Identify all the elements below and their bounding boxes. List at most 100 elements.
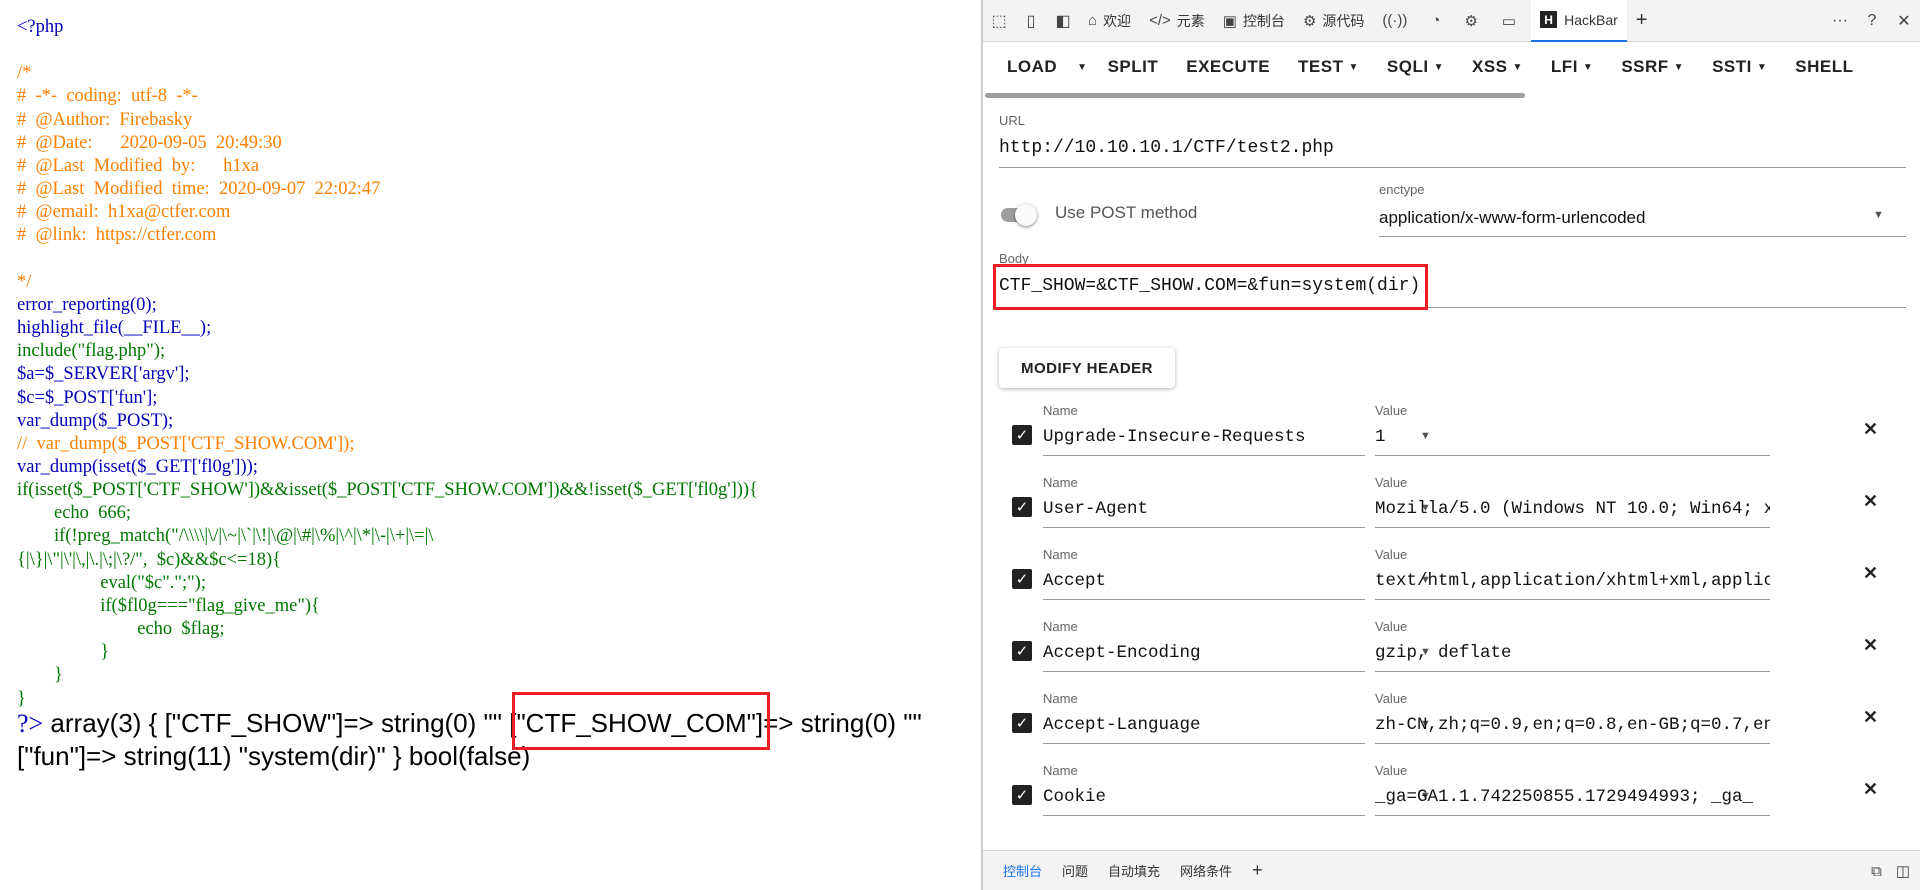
code-line: # @Author: Firebasky — [17, 109, 193, 130]
tab-hackbar[interactable]: H HackBar — [1531, 0, 1627, 42]
header-name-input[interactable]: Accept-Language — [1043, 715, 1343, 735]
load-dropdown-icon[interactable]: ▼ — [1071, 42, 1093, 92]
drawer-tab[interactable]: 网络条件 — [1170, 851, 1242, 890]
gear-icon: ⚙ — [1464, 12, 1478, 30]
remove-header-icon[interactable]: ✕ — [1863, 491, 1878, 512]
tab-network[interactable]: ((·)) — [1373, 0, 1422, 42]
add-drawer-tab-icon[interactable]: + — [1242, 851, 1273, 890]
remove-header-icon[interactable]: ✕ — [1863, 635, 1878, 656]
php-source: <?php /* # -*- coding: utf-8 -*- # @Author… — [17, 16, 758, 711]
caret-down-icon: ▼ — [1582, 61, 1594, 73]
header-enabled-checkbox[interactable]: ✓ — [1012, 641, 1032, 661]
modify-header-button[interactable]: MODIFY HEADER — [999, 348, 1175, 388]
close-icon[interactable]: ✕ — [1888, 0, 1920, 42]
enctype-select[interactable]: application/x-www-form-urlencoded — [1379, 208, 1645, 228]
home-icon: ⌂ — [1088, 12, 1098, 29]
header-value-label: Value — [1375, 403, 1408, 418]
header-enabled-checkbox[interactable]: ✓ — [1012, 569, 1032, 589]
menu-load-button[interactable]: LOAD — [993, 42, 1071, 92]
tab-elements[interactable]: </> 元素 — [1140, 0, 1214, 42]
tab-welcome[interactable]: ⌂ 欢迎 — [1079, 0, 1140, 42]
menu-scrollbar[interactable] — [983, 92, 1920, 99]
caret-down-icon: ▼ — [1348, 61, 1359, 73]
dock-icon[interactable]: ◧ — [1047, 0, 1079, 42]
header-value-input[interactable]: _ga=GA1.1.742250855.1729494993; _ga_ — [1375, 787, 1770, 807]
menu-label: SSTI — [1712, 57, 1752, 76]
header-name-underline — [1043, 815, 1365, 816]
header-name-label: Name — [1043, 763, 1078, 778]
post-method-toggle[interactable] — [1001, 204, 1043, 226]
remove-header-icon[interactable]: ✕ — [1863, 779, 1878, 800]
add-tab-icon[interactable]: + — [1627, 0, 1657, 42]
menu-sqli-button[interactable]: SQLI ▼ — [1373, 42, 1458, 92]
header-value-label: Value — [1375, 691, 1408, 706]
tab-label: 控制台 — [1242, 12, 1285, 29]
menu-label: XSS — [1471, 57, 1508, 76]
tab-sources[interactable]: ⚙ 源代码 — [1294, 0, 1373, 42]
drawer-tab[interactable]: 问题 — [1052, 851, 1098, 890]
window-icon: ▭ — [1501, 12, 1517, 30]
header-name-input[interactable]: Accept — [1043, 571, 1343, 591]
remove-header-icon[interactable]: ✕ — [1863, 707, 1878, 728]
header-enabled-checkbox[interactable]: ✓ — [1012, 785, 1032, 805]
header-value-input[interactable]: gzip, deflate — [1375, 643, 1770, 663]
code-line: # -*- coding: utf-8 -*- — [17, 86, 198, 107]
devtools-tabs: ⌂ 欢迎 </> 元素 ▣ 控制台 ⚙ 源代码 ((·)) ◔ ⚙ ▭ — [1079, 0, 1531, 42]
output-text-1: array(3) { ["CTF_SHOW"]=> string(0) "" — [43, 708, 510, 738]
code-line: var_dump($_POST); — [17, 410, 174, 431]
drawer-tab[interactable]: 自动填充 — [1098, 851, 1170, 890]
tab-performance[interactable]: ◔ — [1422, 0, 1455, 42]
header-enabled-checkbox[interactable]: ✓ — [1012, 713, 1032, 733]
hackbar-logo-icon: H — [1540, 11, 1558, 28]
menu-label: EXECUTE — [1186, 57, 1271, 76]
tab-settings[interactable]: ⚙ — [1455, 0, 1492, 42]
header-value-input[interactable]: text/html,application/xhtml+xml,applicat… — [1375, 571, 1770, 591]
menu-shell-button[interactable]: SHELL — [1781, 42, 1867, 92]
header-enabled-checkbox[interactable]: ✓ — [1012, 497, 1032, 517]
inspect-icon[interactable]: ⬚ — [983, 0, 1015, 42]
undock-icon[interactable]: ⧉ — [1871, 863, 1882, 880]
drawer-tabs: 控制台 问题 自动填充 网络条件 + ⧉ ◫ — [983, 850, 1920, 890]
collapse-drawer-icon[interactable]: ◫ — [1896, 862, 1910, 880]
drawer-tab[interactable]: 控制台 — [993, 851, 1052, 890]
menu-split-button[interactable]: SPLIT — [1094, 42, 1173, 92]
menu-label: LFI — [1550, 57, 1578, 76]
tab-console[interactable]: ▣ 控制台 — [1214, 0, 1294, 42]
header-value-input[interactable]: 1 — [1375, 427, 1770, 447]
enctype-label: enctype — [1379, 182, 1425, 197]
header-enabled-checkbox[interactable]: ✓ — [1012, 425, 1032, 445]
menu-execute-button[interactable]: EXECUTE — [1172, 42, 1284, 92]
url-field[interactable]: http://10.10.10.1/CTF/test2.php — [999, 138, 1899, 158]
remove-header-icon[interactable]: ✕ — [1863, 563, 1878, 584]
chevron-down-icon[interactable]: ▼ — [1873, 209, 1884, 221]
menu-lfi-button[interactable]: LFI ▼ — [1537, 42, 1607, 92]
header-name-input[interactable]: User-Agent — [1043, 499, 1343, 519]
console-icon: ▣ — [1222, 12, 1237, 30]
menu-ssti-button[interactable]: SSTI ▼ — [1698, 42, 1781, 92]
tab-application[interactable]: ▭ — [1493, 0, 1531, 42]
header-value-input[interactable]: Mozilla/5.0 (Windows NT 10.0; Win64; x64… — [1375, 499, 1770, 519]
caret-down-icon: ▼ — [1673, 61, 1685, 73]
devtools-toolbar: ⬚ ▯ ◧ ⌂ 欢迎 </> 元素 ▣ 控制台 ⚙ 源代码 ((·)) ◔ ⚙ ▭ H HackBar … — [983, 0, 1920, 42]
code-line: */ — [17, 271, 32, 292]
header-value-input[interactable]: zh-CN,zh;q=0.9,en;q=0.8,en-GB;q=0.7,en-U… — [1375, 715, 1770, 735]
header-name-input[interactable]: Upgrade-Insecure-Requests — [1043, 427, 1343, 447]
help-icon[interactable]: ? — [1856, 0, 1888, 42]
menu-ssrf-button[interactable]: SSRF ▼ — [1607, 42, 1698, 92]
more-icon[interactable]: ··· — [1824, 0, 1856, 42]
menu-test-button[interactable]: TEST ▼ — [1284, 42, 1373, 92]
header-value-underline — [1375, 815, 1770, 816]
device-icon[interactable]: ▯ — [1015, 0, 1047, 42]
header-value-underline — [1375, 455, 1770, 456]
code-line: /* — [17, 63, 32, 84]
header-name-input[interactable]: Accept-Encoding — [1043, 643, 1343, 663]
tab-hackbar-label: HackBar — [1564, 11, 1618, 28]
header-name-input[interactable]: Cookie — [1043, 787, 1343, 807]
scrollbar-thumb[interactable] — [985, 93, 1525, 98]
caret-down-icon: ▼ — [1756, 61, 1768, 73]
menu-label: SSRF — [1621, 57, 1669, 76]
body-underline — [999, 307, 1906, 308]
remove-header-icon[interactable]: ✕ — [1863, 419, 1878, 440]
body-field[interactable]: CTF_SHOW=&CTF_SHOW.COM=&fun=system(dir) — [999, 276, 1899, 296]
menu-xss-button[interactable]: XSS ▼ — [1458, 42, 1537, 92]
